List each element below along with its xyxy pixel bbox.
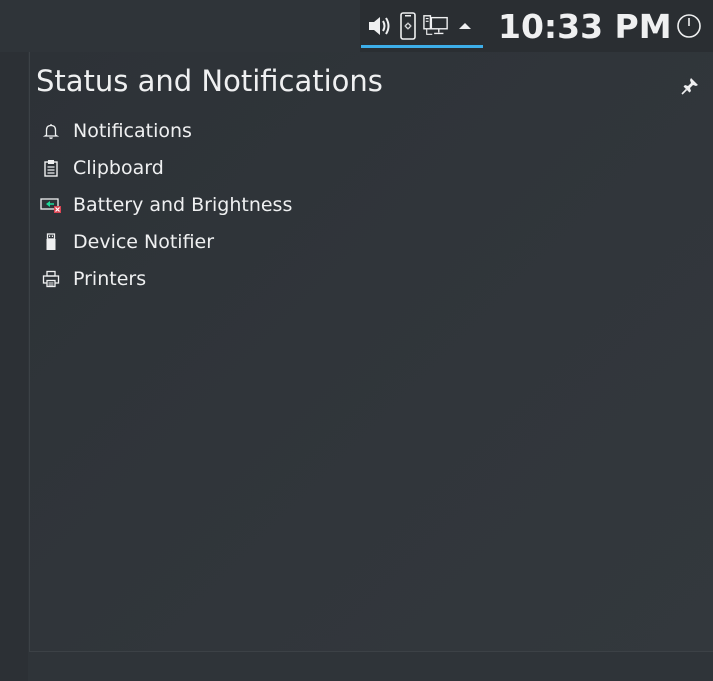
- top-panel: 10:33 PM: [0, 0, 713, 52]
- expand-arrow-icon[interactable]: [452, 11, 478, 41]
- applet-list: Notifications Clipboard Battery and Brig…: [36, 112, 436, 297]
- clock[interactable]: 10:33 PM: [498, 6, 672, 48]
- list-item-battery-brightness[interactable]: Battery and Brightness: [36, 186, 436, 223]
- power-icon[interactable]: [673, 10, 705, 42]
- list-item-label: Printers: [73, 267, 147, 290]
- kdeconnect-phone-icon[interactable]: [395, 11, 421, 41]
- popup-title: Status and Notifications: [36, 64, 383, 98]
- usb-drive-icon: [40, 231, 62, 253]
- panel-empty-area: [0, 0, 360, 52]
- network-wired-icon[interactable]: [423, 11, 449, 41]
- list-item-label: Clipboard: [73, 156, 164, 179]
- battery-icon: [40, 194, 62, 216]
- tray-active-indicator: [361, 45, 483, 48]
- clipboard-icon: [40, 157, 62, 179]
- list-item-device-notifier[interactable]: Device Notifier: [36, 223, 436, 260]
- list-item-label: Device Notifier: [73, 230, 215, 253]
- list-item-label: Notifications: [73, 119, 192, 142]
- list-item-notifications[interactable]: Notifications: [36, 112, 436, 149]
- bell-icon: [40, 120, 62, 142]
- printer-icon: [40, 268, 62, 290]
- list-item-clipboard[interactable]: Clipboard: [36, 149, 436, 186]
- list-item-printers[interactable]: Printers: [36, 260, 436, 297]
- list-item-label: Battery and Brightness: [73, 193, 293, 216]
- desktop-edge: [0, 52, 28, 681]
- volume-icon[interactable]: [366, 11, 392, 41]
- status-notifications-popup: Status and Notifications Notifications C…: [29, 52, 713, 652]
- pin-icon[interactable]: [678, 74, 702, 98]
